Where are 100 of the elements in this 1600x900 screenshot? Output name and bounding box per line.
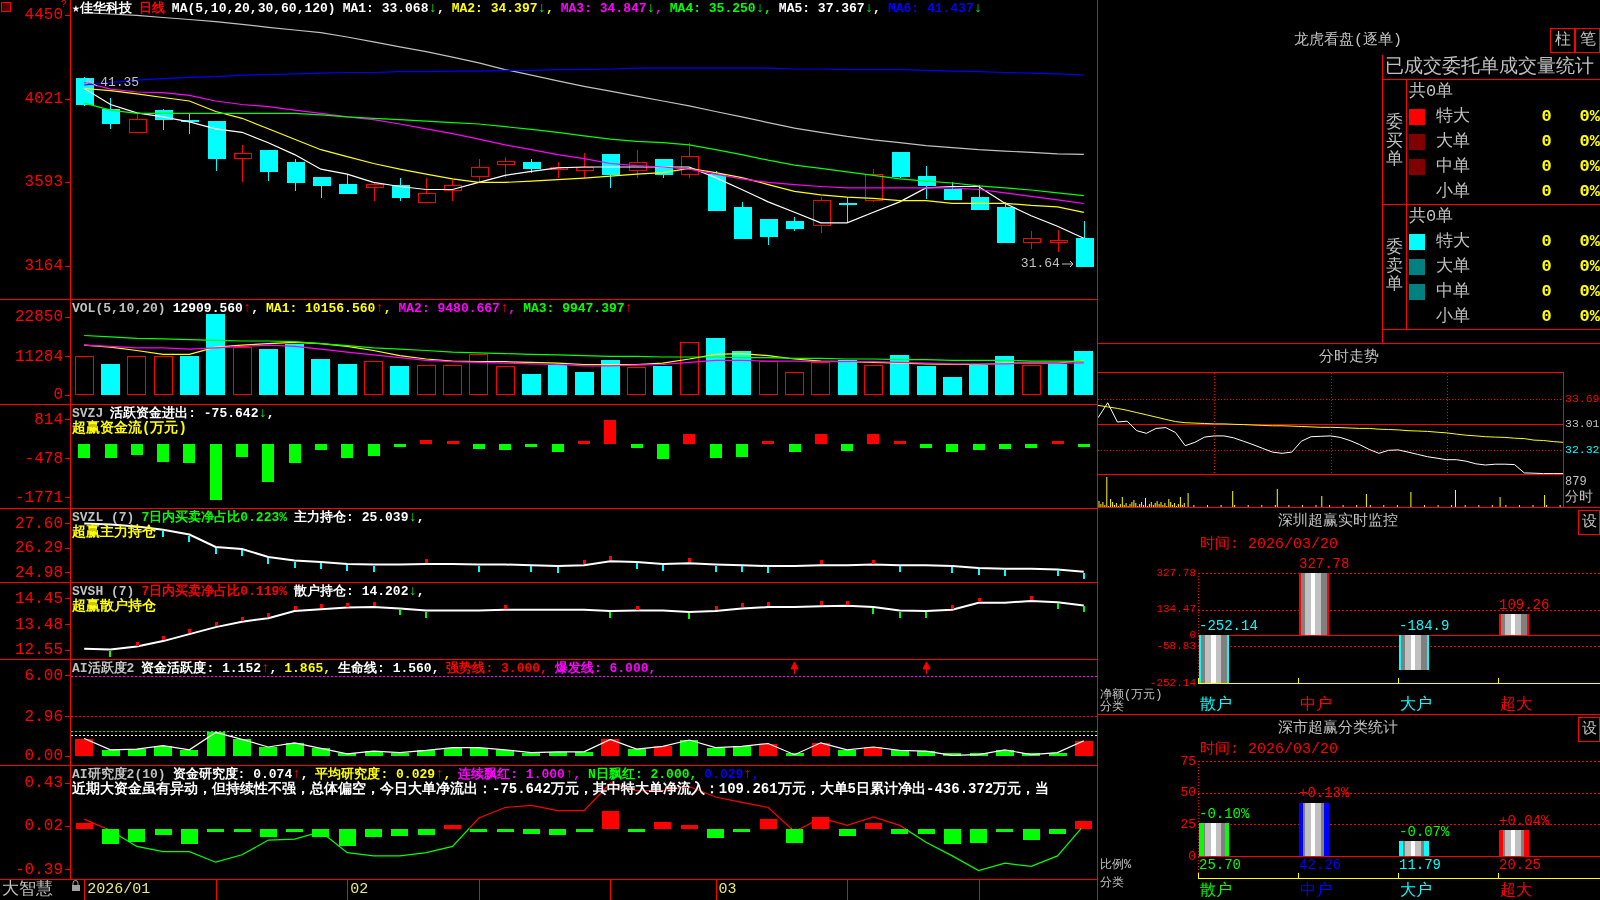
axis-label: 0 xyxy=(1189,629,1196,641)
axis-label: 13.48 xyxy=(15,617,70,632)
indicator-label: MA1: 10156.560↑, xyxy=(266,301,392,316)
indicator-label: MA2: 9480.667↑, xyxy=(398,301,517,316)
axis-title: 比例% xyxy=(1100,859,1132,871)
indicator-label: MA4: 35.250↓, xyxy=(669,1,772,16)
axis-label: -252.14 xyxy=(1149,677,1196,689)
panel-title: 深圳超赢实时监控 xyxy=(1278,512,1398,531)
indicator-label: MA2: 34.397↓, xyxy=(451,1,554,16)
axis-label: 6.00 xyxy=(24,668,70,683)
order-size-label: 特大 xyxy=(1436,106,1470,127)
axis-label: 4021 xyxy=(24,92,70,106)
axis-label: 0 xyxy=(1188,849,1196,863)
count-value: 0 xyxy=(1541,181,1552,202)
indicator-label: MA3: 9947.397↑ xyxy=(523,301,633,316)
date-label: 时间: 2026/03/20 xyxy=(1200,536,1339,552)
axis-label: 24.98 xyxy=(15,565,70,580)
value-label: 42.26 xyxy=(1299,858,1341,872)
order-size-label: 中单 xyxy=(1436,281,1470,302)
axis-title: 净额(万元) xyxy=(1100,689,1163,701)
change-label: +0.13% xyxy=(1299,786,1350,801)
indicator-label: 平均研究度: 0.029↑, xyxy=(315,767,452,782)
count-value: 0 xyxy=(1541,281,1552,302)
indicator-label: AI活跃度2 xyxy=(72,661,135,676)
axis-label: 814 xyxy=(34,412,70,427)
axis-label: 27.60 xyxy=(15,516,70,531)
value-label: 20.25 xyxy=(1499,858,1541,872)
indicator-label: 日线 xyxy=(138,1,165,16)
order-size-label: 中单 xyxy=(1436,156,1470,177)
count-value: 0 xyxy=(1541,306,1552,327)
group-label: 委买单 xyxy=(1386,113,1403,171)
panel-title: 深市超赢分类统计 xyxy=(1278,719,1398,738)
indicator-label: VOL(5,10,20) xyxy=(72,301,166,316)
indicator-label: 资金研究度: 0.074↑, xyxy=(172,767,309,782)
percent-value: 0% xyxy=(1579,181,1600,202)
order-size-label: 小单 xyxy=(1436,181,1470,202)
indicator-label: SVSH (7) xyxy=(72,584,135,599)
percent-value: 0% xyxy=(1579,256,1600,277)
count-value: 0 xyxy=(1541,156,1552,177)
indicator-label: MA5: 37.367↓, xyxy=(778,1,881,16)
indicator-label: MA6: 41.437↓ xyxy=(887,1,983,16)
percent-value: 0% xyxy=(1579,156,1600,177)
period-label: 分时 xyxy=(1565,489,1593,505)
indicator-label: 连续飘红: 1.000↑, xyxy=(458,767,582,782)
category-label: 中户 xyxy=(1300,697,1332,713)
axis-label: 33.69 xyxy=(1565,391,1600,406)
indicator-caption: 超赢散户持仓 xyxy=(72,599,156,614)
change-label: -0.10% xyxy=(1199,807,1250,822)
axis-label: 134.47 xyxy=(1156,604,1196,616)
axis-label: -478 xyxy=(24,451,70,466)
percent-value: 0% xyxy=(1579,281,1600,302)
order-size-label: 大单 xyxy=(1436,256,1470,277)
percent-value: 0% xyxy=(1579,131,1600,152)
indicator-label: MA(5,10,20,30,60,120) xyxy=(171,1,336,16)
order-size-label: 小单 xyxy=(1436,306,1470,327)
total-label: 共0单 xyxy=(1409,82,1454,102)
percent-value: 0% xyxy=(1579,306,1600,327)
indicator-label: 1.865, xyxy=(284,661,332,676)
date-label: 时间: 2026/03/20 xyxy=(1200,742,1339,757)
value-label: 109.26 xyxy=(1499,598,1550,613)
axis-label: 2.96 xyxy=(24,709,70,724)
category-label: 大户 xyxy=(1400,697,1432,713)
axis-label: 75 xyxy=(1180,754,1196,768)
change-label: -0.07% xyxy=(1399,825,1450,840)
count-value: 0 xyxy=(1541,131,1552,152)
table-title: 已成交委托单成交量统计 xyxy=(1385,56,1594,78)
date-label: 03 xyxy=(718,882,737,898)
axis-label: 33.01 xyxy=(1565,417,1600,432)
indicator-label: 资金活跃度: 1.152↑, xyxy=(141,661,278,676)
axis-title: 分类 xyxy=(1100,877,1124,889)
percent-value: 0% xyxy=(1579,231,1600,252)
axis-label: 14.45 xyxy=(15,591,70,606)
axis-title: 分类 xyxy=(1100,701,1124,713)
order-size-label: 特大 xyxy=(1436,231,1470,252)
category-label: 中户 xyxy=(1300,883,1332,899)
indicator-caption: 超赢主力持仓 xyxy=(72,525,156,540)
indicator-label: AI研究度2(10) xyxy=(72,767,166,782)
brand-label: 大智慧 xyxy=(2,881,53,899)
axis-label: -0.39 xyxy=(15,862,70,877)
value-label: 25.70 xyxy=(1199,858,1241,872)
indicator-label: 生命线: 1.560, xyxy=(338,661,440,676)
value-label: -252.14 xyxy=(1199,619,1258,634)
category-label: 超大 xyxy=(1500,697,1532,713)
count-value: 0 xyxy=(1541,106,1552,127)
date-label: 2026/01 xyxy=(87,882,151,898)
indicator-label: 爆发线: 6.000, xyxy=(554,661,657,676)
category-label: 大户 xyxy=(1400,883,1432,899)
chart-title: 分时走势 xyxy=(1319,349,1379,367)
indicator-label: 12909.560↑, xyxy=(172,301,260,316)
value-label: 327.78 xyxy=(1299,557,1350,571)
group-label: 委卖单 xyxy=(1386,238,1403,296)
category-label: 散户 xyxy=(1200,883,1232,899)
count-value: 0 xyxy=(1541,256,1552,277)
indicator-label: 7日内买卖净占比0.223% xyxy=(141,510,288,525)
indicator-label: MA3: 34.847↓, xyxy=(560,1,663,16)
total-label: 共0单 xyxy=(1409,207,1454,227)
axis-label: 879 xyxy=(1565,475,1587,489)
price-marker-label: 31.64 xyxy=(1020,257,1060,272)
indicator-label: 0.029↑, xyxy=(704,767,760,782)
indicator-label: 散户持仓: 14.202↓, xyxy=(294,584,425,599)
